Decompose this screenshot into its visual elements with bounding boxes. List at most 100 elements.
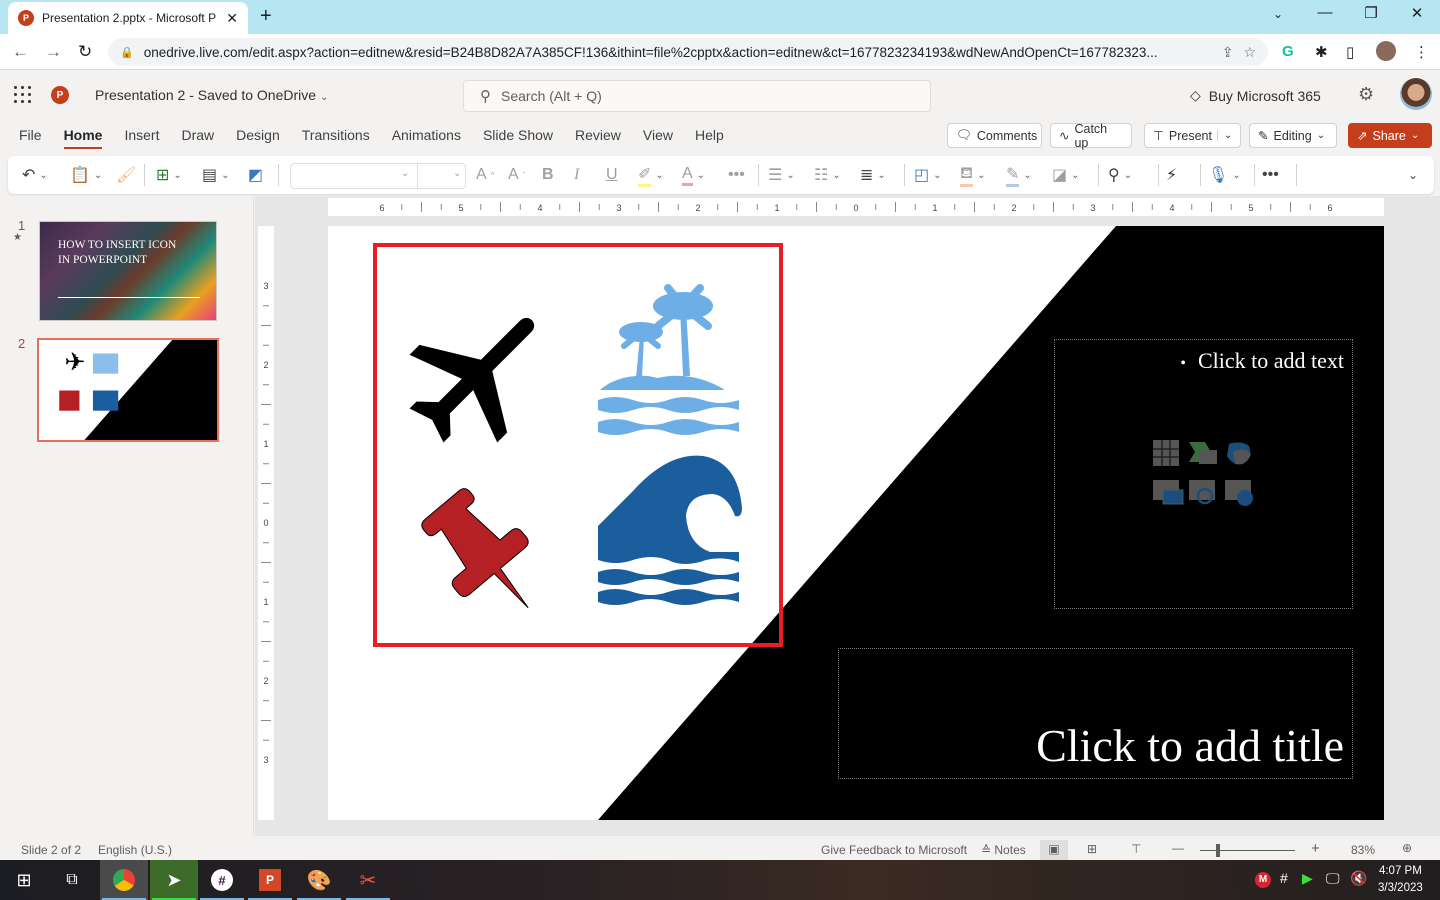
tab-search-chevron-icon[interactable]: ⌄	[1263, 7, 1293, 21]
profile-avatar[interactable]	[1376, 41, 1396, 61]
close-tab-icon[interactable]: ✕	[226, 10, 238, 27]
tab-view[interactable]: View	[643, 121, 673, 149]
content-placeholder[interactable]: • Click to add text	[1054, 339, 1353, 609]
zoom-out-button[interactable]: —	[1172, 841, 1184, 855]
insert-stock-images-icon[interactable]	[1189, 480, 1215, 505]
document-title[interactable]: Presentation 2 - Saved to OneDrive ⌄	[95, 87, 328, 103]
grow-font-button[interactable]: A ^	[476, 164, 494, 186]
undo-button[interactable]: ↶ ⌄	[22, 164, 48, 186]
reading-view-button[interactable]: ⊤	[1131, 842, 1141, 856]
bookmark-star-icon[interactable]: ☆	[1243, 44, 1256, 61]
share-page-icon[interactable]: ⇪	[1222, 44, 1234, 61]
insert-smartart-icon[interactable]	[1189, 442, 1217, 464]
tab-review[interactable]: Review	[575, 121, 621, 149]
insert-table-icon[interactable]	[1153, 440, 1179, 466]
account-avatar[interactable]	[1400, 78, 1432, 110]
zoom-slider[interactable]	[1200, 844, 1295, 857]
paint-taskbar-app[interactable]: 🎨	[295, 860, 343, 900]
buy-microsoft-365-button[interactable]: ◇ Buy Microsoft 365	[1190, 87, 1321, 104]
title-placeholder-text[interactable]: Click to add title	[1036, 719, 1344, 772]
start-button[interactable]: ⊞	[0, 860, 48, 900]
tab-slide-show[interactable]: Slide Show	[483, 121, 553, 149]
tab-insert[interactable]: Insert	[124, 121, 159, 149]
body-placeholder-text[interactable]: • Click to add text	[1180, 348, 1344, 374]
editing-mode-button[interactable]: ✎ Editing ⌄	[1249, 123, 1337, 148]
slide-sorter-button[interactable]: ⊞	[1087, 842, 1097, 856]
settings-gear-icon[interactable]: ⚙	[1358, 84, 1374, 105]
side-panel-icon[interactable]: ▯	[1346, 43, 1354, 61]
tab-design[interactable]: Design	[236, 121, 280, 149]
slide-thumbnail-2[interactable]: ✈	[37, 338, 219, 442]
url-bar[interactable]: 🔒 onedrive.live.com/edit.aspx?action=edi…	[108, 38, 1268, 66]
format-painter-button[interactable]: 🖌	[116, 164, 136, 186]
share-button[interactable]: ⇗ Share ⌄	[1348, 123, 1432, 148]
insert-pictures-icon[interactable]	[1153, 480, 1184, 505]
extensions-puzzle-icon[interactable]: ✱	[1315, 43, 1328, 61]
catch-up-button[interactable]: ∿ Catch up	[1050, 122, 1132, 150]
shape-effects-button[interactable]: ◪ ⌄	[1052, 164, 1080, 186]
bold-button[interactable]: B	[542, 164, 554, 186]
align-button[interactable]: ≣ ⌄	[860, 164, 886, 186]
new-tab-button[interactable]: +	[260, 5, 272, 28]
shape-outline-button[interactable]: ✎ ⌄	[1006, 164, 1032, 187]
network-icon[interactable]: 🖵	[1326, 870, 1340, 887]
new-slide-button[interactable]: ⊞ ⌄	[156, 164, 182, 186]
shape-fill-button[interactable]: ⛾ ⌄	[960, 164, 985, 187]
shrink-font-button[interactable]: Aˇ	[508, 164, 525, 186]
title-placeholder[interactable]: Click to add title	[838, 648, 1353, 779]
numbering-button[interactable]: ☷ ⌄	[814, 164, 841, 186]
back-button[interactable]: ←	[12, 42, 29, 62]
close-window-button[interactable]: ✕	[1402, 4, 1432, 22]
highlight-button[interactable]: ✐ ⌄	[638, 164, 664, 187]
slide-canvas[interactable]: • Click to add text Click to add title	[328, 226, 1384, 820]
insert-icons-icon[interactable]	[1227, 442, 1251, 465]
slack-tray-icon[interactable]: #	[1280, 870, 1288, 886]
present-chevron-icon[interactable]: ⌄	[1216, 130, 1232, 141]
tab-animations[interactable]: Animations	[392, 121, 461, 149]
chrome-taskbar-app[interactable]	[100, 860, 148, 900]
slide-thumbnail-1[interactable]: HOW TO INSERT ICON IN POWERPOINT	[39, 221, 217, 321]
present-button[interactable]: ⊤ Present ⌄	[1144, 123, 1241, 148]
task-view-button[interactable]: ⧉	[48, 860, 96, 900]
find-button[interactable]: ⚲ ⌄	[1108, 164, 1132, 186]
font-color-button[interactable]: A ⌄	[682, 164, 705, 186]
feedback-link[interactable]: Give Feedback to Microsoft	[821, 843, 967, 857]
restore-button[interactable]: ❐	[1356, 4, 1386, 22]
layout-button[interactable]: ▤ ⌄	[202, 164, 230, 186]
app-taskbar-item[interactable]: ➤	[150, 860, 198, 900]
underline-button[interactable]: U	[606, 164, 618, 186]
clock[interactable]: 4:07 PM 3/3/2023	[1378, 863, 1423, 897]
slack-taskbar-app[interactable]: #	[198, 860, 246, 900]
chrome-menu-icon[interactable]: ⋮	[1414, 43, 1429, 61]
tab-help[interactable]: Help	[695, 121, 724, 149]
notes-button[interactable]: ≙ Notes	[981, 843, 1026, 857]
grammarly-extension-icon[interactable]: G	[1282, 43, 1294, 60]
expand-ribbon-button[interactable]: ⌄	[1408, 164, 1418, 186]
format-background-button[interactable]: ◩	[248, 164, 263, 186]
app-launcher-icon[interactable]	[14, 86, 32, 104]
icon-group-selection-box[interactable]	[373, 243, 783, 647]
normal-view-button[interactable]: ▣	[1040, 840, 1068, 860]
minimize-button[interactable]: —	[1310, 4, 1340, 21]
dictate-button[interactable]: 🎙 ⌄	[1208, 164, 1241, 186]
paste-button[interactable]: 📋 ⌄	[70, 164, 102, 186]
zoom-level[interactable]: 83%	[1351, 843, 1375, 857]
shapes-button[interactable]: ◰ ⌄	[914, 164, 942, 186]
more-options-button[interactable]: •••	[1262, 164, 1279, 186]
tab-file[interactable]: File	[19, 121, 42, 149]
comments-button[interactable]: 🗨 Comments	[947, 123, 1042, 148]
zoom-slider-thumb[interactable]	[1216, 844, 1220, 857]
reload-button[interactable]: ↻	[78, 42, 92, 62]
mega-tray-icon[interactable]: M	[1255, 872, 1271, 888]
search-input[interactable]: ⚲ Search (Alt + Q)	[463, 80, 931, 112]
tab-draw[interactable]: Draw	[181, 121, 214, 149]
font-size-dropdown[interactable]: ⌄	[453, 168, 461, 179]
powerpoint-taskbar-app[interactable]: P	[246, 860, 294, 900]
play-tray-icon[interactable]: ▶	[1302, 870, 1313, 887]
tab-home[interactable]: Home	[63, 121, 102, 149]
forward-button[interactable]: →	[45, 42, 62, 62]
designer-button[interactable]: ⚡	[1166, 164, 1177, 186]
zoom-in-button[interactable]: +	[1311, 840, 1320, 857]
font-family-dropdown[interactable]: ⌄	[401, 168, 409, 179]
fit-to-window-icon[interactable]: ⊕	[1402, 841, 1412, 855]
